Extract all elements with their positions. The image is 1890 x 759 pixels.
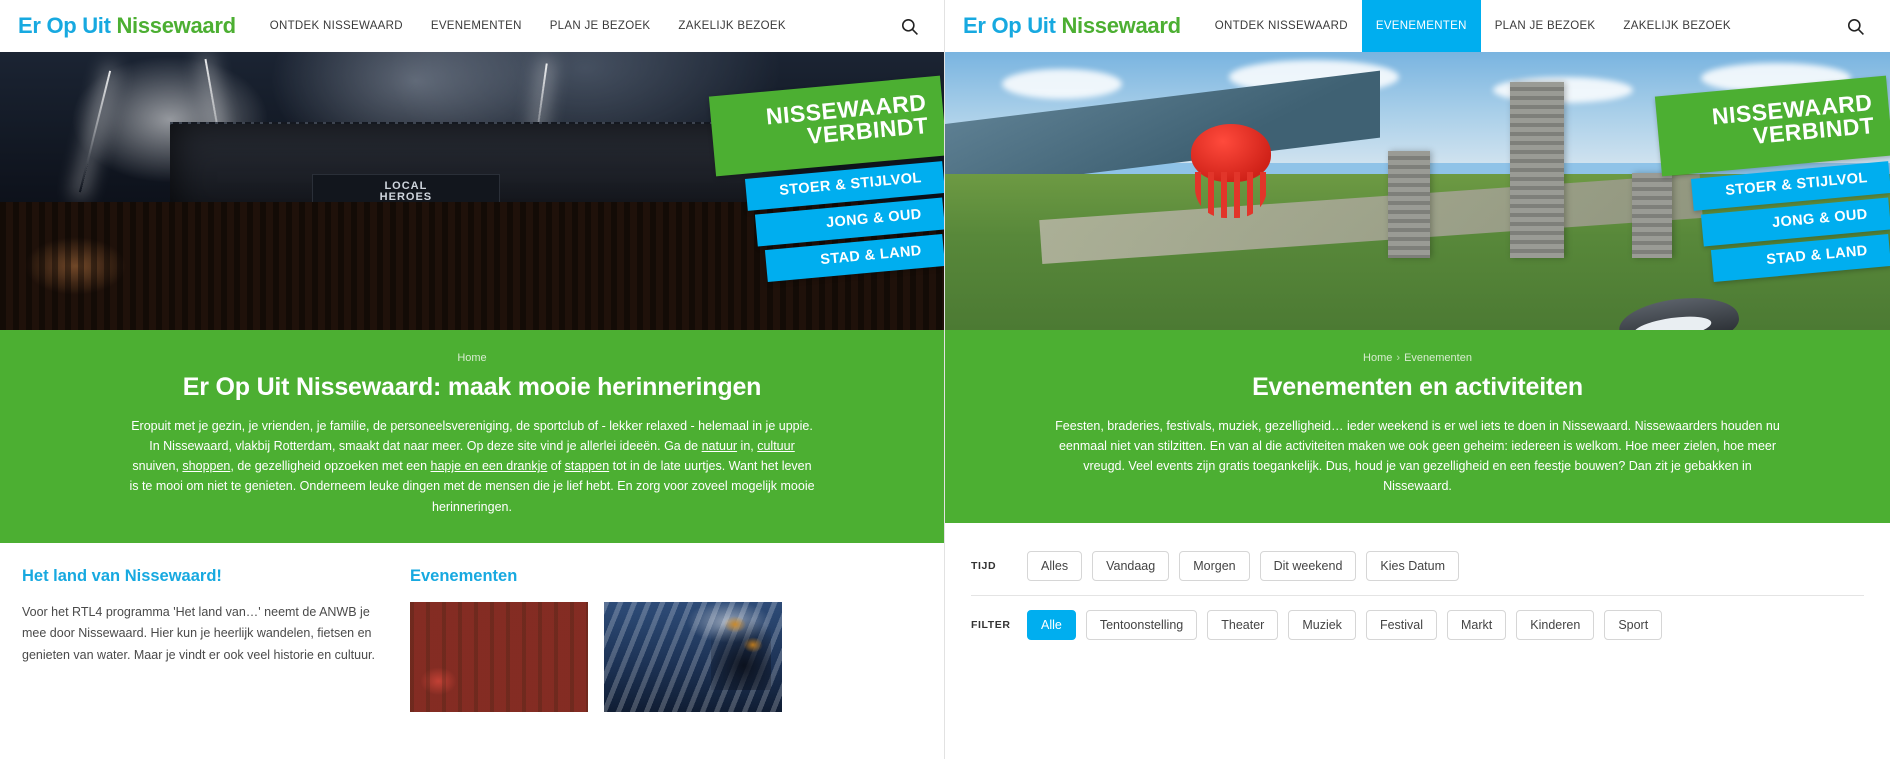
site-header-right: Er Op Uit Nissewaard ONTDEK NISSEWAARD E… xyxy=(945,0,1890,52)
intro-section-left: Home Er Op Uit Nissewaard: maak mooie he… xyxy=(0,330,944,543)
intro-text-5: of xyxy=(547,459,565,473)
time-filter-label: TIJD xyxy=(971,559,997,572)
dual-pane-screenshot: Er Op Uit Nissewaard ONTDEK NISSEWAARD E… xyxy=(0,0,1890,759)
site-logo-left[interactable]: Er Op Uit Nissewaard xyxy=(18,13,236,39)
category-filter-row: FILTER Alle Tentoonstelling Theater Muzi… xyxy=(971,596,1864,654)
category-chip-alle[interactable]: Alle xyxy=(1027,609,1076,640)
column-land-van-nissewaard: Het land van Nissewaard! Voor het RTL4 p… xyxy=(22,567,382,712)
tower xyxy=(1388,151,1431,258)
section-title-evenementen: Evenementen xyxy=(410,566,518,585)
right-pane-events-page: Er Op Uit Nissewaard ONTDEK NISSEWAARD E… xyxy=(945,0,1890,759)
link-hapje-en-drankje[interactable]: hapje en een drankje xyxy=(431,459,548,473)
search-icon xyxy=(1847,18,1864,35)
time-filter-row: TIJD Alles Vandaag Morgen Dit weekend Ki… xyxy=(971,545,1864,596)
content-columns-left: Het land van Nissewaard! Voor het RTL4 p… xyxy=(0,543,944,712)
link-shoppen[interactable]: shoppen xyxy=(182,459,230,473)
section-title-land: Het land van Nissewaard! xyxy=(22,566,222,585)
category-filter-label: FILTER xyxy=(971,618,1011,631)
category-chip-theater[interactable]: Theater xyxy=(1207,609,1279,640)
logo-text-primary: Er Op Uit xyxy=(963,13,1056,38)
logo-text-primary: Er Op Uit xyxy=(18,13,111,38)
breadcrumb-left: Home xyxy=(24,352,920,364)
category-chip-markt[interactable]: Markt xyxy=(1447,609,1507,640)
intro-text-3: snuiven, xyxy=(132,459,183,473)
event-thumbnail-cyclists[interactable] xyxy=(410,601,588,712)
site-header-left: Er Op Uit Nissewaard ONTDEK NISSEWAARD E… xyxy=(0,0,944,52)
hero-banner-left: LOCAL HEROES NISSEWAARD VERBINDT STOER & … xyxy=(0,52,944,330)
nav-item-zakelijk-bezoek[interactable]: ZAKELIJK BEZOEK xyxy=(1609,0,1744,52)
main-nav-left: ONTDEK NISSEWAARD EVENEMENTEN PLAN JE BE… xyxy=(256,0,800,52)
category-chip-muziek[interactable]: Muziek xyxy=(1288,609,1356,640)
search-button-left[interactable] xyxy=(894,11,924,41)
nav-item-zakelijk-bezoek[interactable]: ZAKELIJK BEZOEK xyxy=(664,0,799,52)
category-chip-kinderen[interactable]: Kinderen xyxy=(1516,609,1595,640)
site-logo-right[interactable]: Er Op Uit Nissewaard xyxy=(963,13,1181,39)
ribbon-nissewaard-verbindt: NISSEWAARD VERBINDT xyxy=(1654,75,1890,177)
category-chip-festival[interactable]: Festival xyxy=(1365,609,1438,640)
hero-banner-right: NISSEWAARD VERBINDT STOER & STIJLVOL JON… xyxy=(945,52,1890,330)
time-chip-kies-datum[interactable]: Kies Datum xyxy=(1366,550,1460,581)
intro-text-2: in, xyxy=(737,438,758,453)
breadcrumb-item-home[interactable]: Home xyxy=(457,352,486,364)
page-title-left: Er Op Uit Nissewaard: maak mooie herinne… xyxy=(182,373,762,401)
cloud xyxy=(1001,68,1122,99)
link-stappen[interactable]: stappen xyxy=(565,459,609,473)
nav-item-ontdek-nissewaard[interactable]: ONTDEK NISSEWAARD xyxy=(256,0,417,52)
category-chip-sport[interactable]: Sport xyxy=(1604,609,1663,640)
column-evenementen: Evenementen xyxy=(410,567,922,712)
nav-item-plan-je-bezoek[interactable]: PLAN JE BEZOEK xyxy=(1481,0,1610,52)
time-chip-dit-weekend[interactable]: Dit weekend xyxy=(1259,550,1357,581)
breadcrumb-separator: › xyxy=(1396,352,1401,364)
nav-item-ontdek-nissewaard[interactable]: ONTDEK NISSEWAARD xyxy=(1201,0,1362,52)
filters-panel: TIJD Alles Vandaag Morgen Dit weekend Ki… xyxy=(945,523,1890,654)
intro-text-4: , de gezelligheid opzoeken met een xyxy=(230,459,431,473)
event-thumbnail-evening-sky[interactable] xyxy=(604,601,782,712)
ribbon-nissewaard-verbindt: NISSEWAARD VERBINDT xyxy=(708,75,944,177)
breadcrumb-item-evenementen[interactable]: Evenementen xyxy=(1404,352,1472,364)
nav-item-plan-je-bezoek[interactable]: PLAN JE BEZOEK xyxy=(536,0,665,52)
main-nav-right: ONTDEK NISSEWAARD EVENEMENTEN PLAN JE BE… xyxy=(1201,0,1745,52)
link-natuur[interactable]: natuur xyxy=(702,439,737,453)
section-body-land: Voor het RTL4 programma 'Het land van…' … xyxy=(22,604,375,662)
ribbon-group-left: NISSEWAARD VERBINDT STOER & STIJLVOL JON… xyxy=(684,75,944,283)
search-button-right[interactable] xyxy=(1840,11,1870,41)
nav-item-evenementen[interactable]: EVENEMENTEN xyxy=(417,0,536,52)
intro-section-right: Home › Evenementen Evenementen en activite… xyxy=(945,330,1890,523)
logo-text-secondary: Nissewaard xyxy=(116,13,236,38)
left-pane-homepage: Er Op Uit Nissewaard ONTDEK NISSEWAARD E… xyxy=(0,0,945,759)
time-chip-vandaag[interactable]: Vandaag xyxy=(1092,550,1170,581)
tower xyxy=(1510,81,1565,258)
page-title-right: Evenementen en activiteiten xyxy=(1252,373,1583,401)
breadcrumb-right: Home › Evenementen xyxy=(969,352,1866,364)
search-icon xyxy=(901,18,918,35)
ribbon-group-right: NISSEWAARD VERBINDT STOER & STIJLVOL JON… xyxy=(1630,75,1890,283)
link-cultuur[interactable]: cultuur xyxy=(757,439,795,453)
octopus-kite xyxy=(1190,124,1271,219)
time-chip-morgen[interactable]: Morgen xyxy=(1179,550,1250,581)
event-thumbnail-list xyxy=(410,601,922,712)
breadcrumb-item-home[interactable]: Home xyxy=(1363,352,1392,364)
time-chip-alles[interactable]: Alles xyxy=(1027,550,1083,581)
nav-item-evenementen[interactable]: EVENEMENTEN xyxy=(1361,0,1481,52)
logo-text-secondary: Nissewaard xyxy=(1061,13,1181,38)
category-chip-tentoonstelling[interactable]: Tentoonstelling xyxy=(1085,609,1198,640)
intro-paragraph-right: Feesten, braderies, festivals, muziek, g… xyxy=(1055,418,1780,494)
intro-paragraph-left: Eropuit met je gezin, je vrienden, je fa… xyxy=(127,416,817,517)
